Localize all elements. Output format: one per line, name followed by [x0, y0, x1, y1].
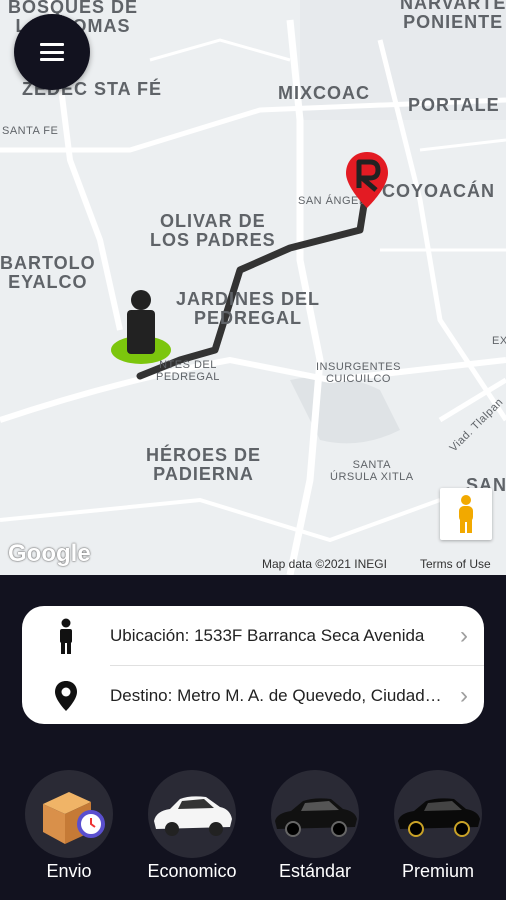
terms-link[interactable]: Terms of Use [420, 557, 491, 571]
route-line [136, 176, 372, 380]
service-estandar[interactable]: Estándar [260, 770, 370, 882]
service-name: Premium [401, 861, 474, 881]
chevron-right-icon: › [460, 621, 468, 649]
menu-button[interactable] [14, 14, 90, 90]
map-view[interactable]: BOSQUES DELAS LOMAS ZEDEC STA FÉ SANTA F… [0, 0, 506, 575]
map-label-narvarte: NARVARTE PONIENTE [400, 0, 506, 32]
envio-image [25, 770, 113, 858]
black-luxury-car-icon [398, 798, 480, 837]
map-label-portales: PORTALE [408, 95, 500, 115]
origin-marker[interactable] [110, 288, 172, 368]
destination-row[interactable]: Destino: Metro M. A. de Quevedo, Ciudad … [22, 666, 484, 725]
chevron-right-icon: › [460, 681, 468, 709]
google-logo: Google [8, 540, 91, 567]
origin-address: Ubicación: 1533F Barranca Seca Avenida [110, 625, 425, 645]
map-label-insurgentes: INSURGENTES CUICUILCO [316, 361, 401, 385]
black-sedan-icon [275, 798, 357, 837]
service-envio[interactable]: Envio [14, 770, 124, 882]
service-economico[interactable]: Economico [137, 770, 247, 882]
map-label-jardines: JARDINES DEL PEDREGAL [176, 289, 321, 328]
map-label-heroes: HÉROES DE PADIERNA [146, 445, 262, 484]
street-view-button[interactable] [440, 488, 492, 540]
map-label-santa-ursula: SANTA ÚRSULA XITLA [330, 459, 414, 483]
address-card: Ubicación: 1533F Barranca Seca Avenida ›… [22, 606, 484, 724]
person-icon [60, 618, 72, 654]
service-name: Estándar [278, 861, 352, 881]
service-premium[interactable]: Premium [383, 770, 493, 882]
package-clock-icon [43, 792, 105, 844]
white-car-icon [154, 796, 232, 836]
map-label-coyoacan: COYOACÁN [382, 181, 496, 201]
hamburger-menu-icon [40, 43, 64, 61]
service-name: Economico [147, 861, 237, 881]
premium-image [394, 770, 482, 858]
estandar-image [271, 770, 359, 858]
service-name: Envio [46, 861, 92, 881]
destination-pin[interactable] [344, 150, 390, 210]
map-label-olivar: OLIVAR DE LOS PADRES [150, 211, 276, 250]
location-pin-icon [55, 680, 77, 711]
map-data-attribution[interactable]: Map data ©2021 INEGI [262, 557, 387, 571]
street-view-pegman-icon [459, 495, 473, 533]
map-label-ex: EX [492, 335, 506, 347]
destination-pin-icon [346, 152, 388, 208]
map-label-santa-fe: SANTA FE [2, 125, 59, 137]
destination-address: Destino: Metro M. A. de Quevedo, Ciudad … [110, 685, 444, 705]
person-marker-icon [111, 290, 171, 364]
map-label-mixcoac: MIXCOAC [278, 83, 370, 103]
map-label-bartolo: BARTOLO EYALCO [0, 253, 96, 292]
origin-row[interactable]: Ubicación: 1533F Barranca Seca Avenida › [22, 606, 484, 665]
economico-image [148, 770, 236, 858]
